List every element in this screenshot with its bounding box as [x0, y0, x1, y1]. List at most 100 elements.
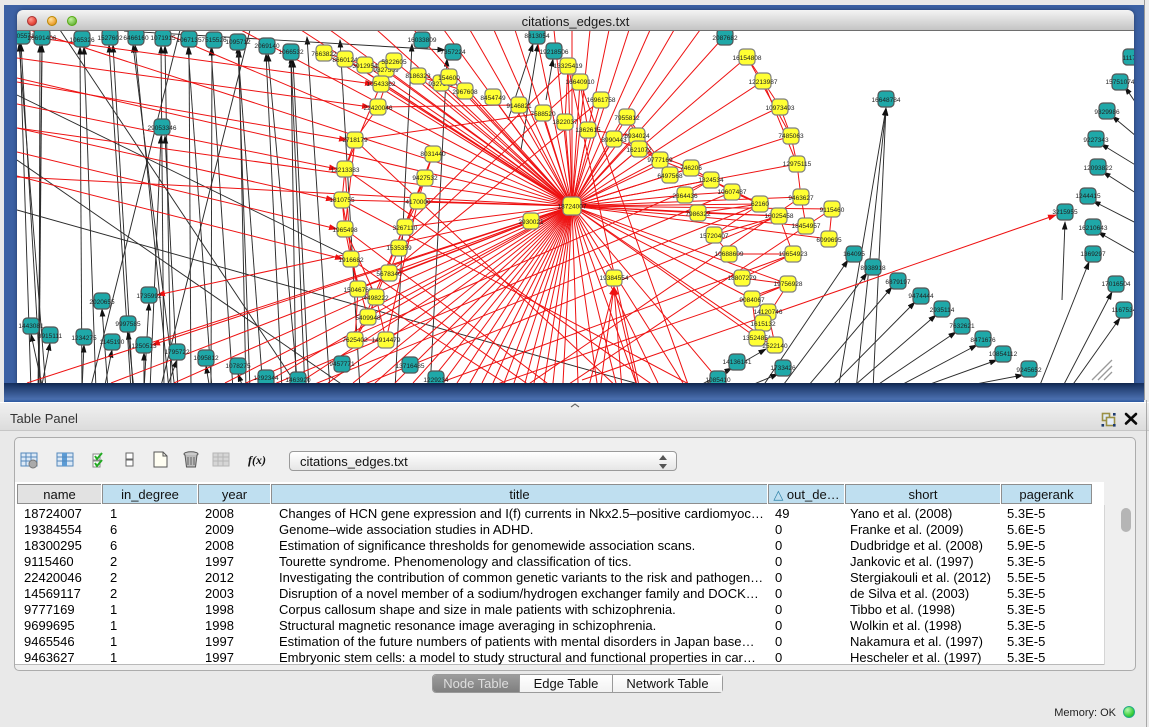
svg-text:7955812: 7955812	[614, 115, 640, 122]
svg-text:1066532: 1066532	[278, 49, 304, 56]
svg-text:1095712: 1095712	[225, 39, 251, 46]
svg-text:1916682: 1916682	[338, 257, 364, 264]
svg-text:15720407: 15720407	[700, 233, 729, 240]
svg-text:14914479: 14914479	[372, 337, 401, 344]
svg-text:3215955: 3215955	[1052, 209, 1078, 216]
svg-text:7986322: 7986322	[685, 211, 711, 218]
svg-text:1965498: 1965498	[332, 227, 358, 234]
svg-text:18807279: 18807279	[728, 275, 757, 282]
svg-text:12093822: 12093822	[1084, 165, 1113, 172]
svg-text:1244415: 1244415	[1075, 193, 1101, 200]
svg-text:19654923: 19654923	[779, 251, 808, 258]
svg-text:16033809: 16033809	[408, 37, 437, 44]
svg-text:17016504: 17016504	[1102, 281, 1131, 288]
svg-text:7485063: 7485063	[778, 133, 804, 140]
svg-text:1065326: 1065326	[69, 37, 95, 44]
svg-text:8990443: 8990443	[601, 137, 627, 144]
svg-text:7515526: 7515526	[201, 37, 227, 44]
svg-text:9245652: 9245652	[1016, 367, 1042, 374]
svg-text:1071915: 1071915	[150, 35, 176, 42]
svg-text:1735992: 1735992	[136, 293, 162, 300]
svg-text:11172: 11172	[1122, 55, 1134, 62]
svg-text:1085410: 1085410	[705, 377, 731, 383]
svg-text:6497568: 6497568	[657, 173, 683, 180]
svg-text:2087682: 2087682	[712, 35, 738, 42]
svg-text:1229234: 1229234	[423, 377, 449, 383]
svg-text:16154808: 16154808	[733, 55, 762, 62]
svg-text:20691406: 20691406	[28, 35, 57, 42]
svg-text:13325419: 13325419	[554, 63, 583, 70]
svg-text:16640910: 16640910	[566, 79, 595, 86]
svg-text:1810755: 1810755	[329, 197, 355, 204]
svg-text:8471676: 8471676	[970, 337, 996, 344]
svg-text:15751074: 15751074	[1106, 79, 1134, 86]
svg-text:9427532: 9427532	[412, 175, 438, 182]
svg-text:7632621: 7632621	[949, 323, 975, 330]
svg-text:1324534: 1324534	[698, 177, 724, 184]
svg-text:1250513: 1250513	[131, 343, 157, 350]
svg-text:19218506: 19218506	[540, 49, 569, 56]
svg-text:9463627: 9463627	[788, 195, 814, 202]
svg-text:2069140: 2069140	[254, 43, 280, 50]
svg-text:8938918: 8938918	[860, 265, 886, 272]
svg-text:1095812: 1095812	[193, 355, 219, 362]
svg-text:1527602: 1527602	[97, 35, 123, 42]
svg-text:7357224: 7357224	[440, 49, 466, 56]
svg-text:f(x): f(x)	[248, 453, 266, 467]
svg-text:1369297: 1369297	[1080, 251, 1106, 258]
svg-text:1621072: 1621072	[626, 147, 652, 154]
svg-text:1822037: 1822037	[552, 119, 578, 126]
svg-text:12213383: 12213383	[331, 167, 360, 174]
svg-text:19756928: 19756928	[774, 281, 803, 288]
svg-text:1615132: 1615132	[750, 321, 776, 328]
svg-text:10854112: 10854112	[989, 351, 1018, 358]
svg-text:6099695: 6099695	[816, 237, 842, 244]
svg-text:10607487: 10607487	[718, 189, 747, 196]
svg-text:2718179: 2718179	[342, 137, 368, 144]
svg-text:2522140: 2522140	[762, 343, 788, 350]
svg-text:6879197: 6879197	[885, 279, 911, 286]
svg-text:7625402: 7625402	[342, 337, 368, 344]
svg-text:2935114: 2935114	[930, 307, 955, 314]
svg-text:8454749: 8454749	[480, 95, 506, 102]
svg-text:12975115: 12975115	[783, 161, 812, 168]
svg-text:8813054: 8813054	[524, 33, 550, 40]
svg-text:10025458: 10025458	[765, 213, 794, 220]
svg-text:9084067: 9084067	[739, 297, 765, 304]
svg-text:3267110: 3267110	[393, 225, 418, 232]
svg-text:1362615: 1362615	[575, 127, 601, 134]
svg-text:9997585: 9997585	[115, 321, 141, 328]
svg-text:1167534: 1167534	[1112, 307, 1134, 314]
svg-text:2364436: 2364436	[672, 193, 698, 200]
svg-text:1145190: 1145190	[100, 339, 125, 346]
svg-text:9777169: 9777169	[647, 157, 673, 164]
svg-text:18454957: 18454957	[792, 223, 821, 230]
svg-text:16210643: 16210643	[1079, 225, 1108, 232]
svg-text:2967608: 2967608	[452, 89, 478, 96]
svg-text:9457771: 9457771	[329, 361, 355, 368]
svg-text:10688609: 10688609	[715, 251, 744, 258]
svg-text:2020655: 2020655	[89, 299, 115, 306]
svg-text:5409948: 5409948	[355, 315, 381, 322]
svg-text:1443081: 1443081	[18, 323, 44, 330]
svg-text:18724007: 18724007	[558, 204, 587, 211]
svg-text:6466160: 6466160	[123, 35, 149, 42]
svg-text:1535359: 1535359	[386, 245, 412, 252]
svg-text:4170000: 4170000	[405, 199, 431, 206]
svg-text:1292344: 1292344	[253, 375, 279, 382]
svg-text:16648784: 16648784	[872, 97, 901, 104]
svg-text:8186323: 8186323	[405, 73, 431, 80]
svg-text:14136141: 14136141	[723, 359, 752, 366]
svg-text:16961758: 16961758	[587, 97, 616, 104]
svg-text:10973493: 10973493	[766, 105, 795, 112]
svg-text:6934024: 6934024	[624, 133, 650, 140]
svg-text:13716485: 13716485	[396, 363, 425, 370]
svg-text:9227343: 9227343	[1083, 137, 1109, 144]
svg-text:1234275: 1234275	[71, 335, 97, 342]
svg-text:5678340: 5678340	[376, 271, 402, 278]
svg-text:5322605: 5322605	[381, 59, 407, 66]
svg-text:1067135: 1067135	[176, 37, 202, 44]
svg-text:1078275: 1078275	[225, 363, 251, 370]
svg-text:9115460: 9115460	[820, 207, 845, 214]
svg-text:62160: 62160	[751, 201, 769, 208]
